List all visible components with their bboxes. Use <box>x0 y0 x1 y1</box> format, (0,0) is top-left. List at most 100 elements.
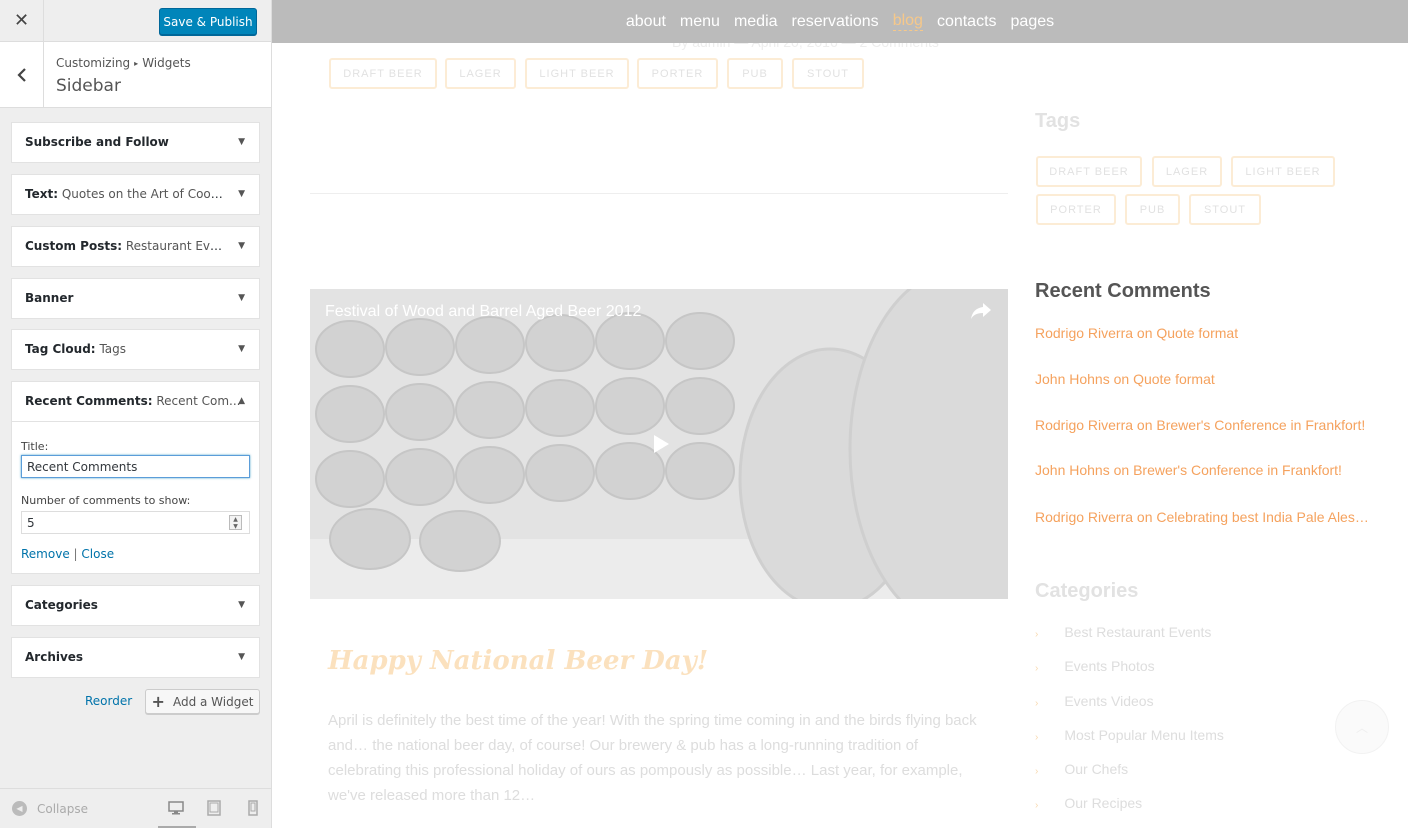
widget-type: Subscribe and Follow <box>25 135 169 149</box>
customizer-header: ✕ Save & Publish <box>0 0 271 42</box>
sidebar-tag[interactable]: PUB <box>1125 194 1180 225</box>
recent-comment-link[interactable]: John Hohns on Brewer's Conference in Fra… <box>1035 462 1342 478</box>
sidebar-tag[interactable]: PORTER <box>1036 194 1116 225</box>
category-link[interactable]: › Best Restaurant Events <box>1035 624 1211 640</box>
top-navigation: about menu media reservations blog conta… <box>272 0 1408 43</box>
close-link[interactable]: Close <box>81 547 114 561</box>
category-label: Our Chefs <box>1064 761 1129 777</box>
spinner-up-icon[interactable]: ▲ <box>233 516 238 523</box>
close-icon[interactable]: ✕ <box>0 0 44 41</box>
widget-recent-comments: Recent Comments: Recent Com... ▲ Title: … <box>11 381 260 574</box>
chevron-right-icon: › <box>1035 732 1039 743</box>
nav-contacts[interactable]: contacts <box>937 13 997 31</box>
back-arrow-icon[interactable] <box>0 42 44 108</box>
post-tag[interactable]: LAGER <box>445 58 516 89</box>
widget-recent-comments-header[interactable]: Recent Comments: Recent Com... ▲ <box>12 382 259 422</box>
post-tag[interactable]: DRAFT BEER <box>329 58 437 89</box>
title-label: Title: <box>21 440 49 453</box>
section-header: Customizing ▸ Widgets Sidebar <box>0 42 271 108</box>
collapse-button[interactable]: ◀ Collapse <box>12 801 88 816</box>
arrow-down-icon: ▼ <box>238 652 245 662</box>
category-link[interactable]: › Our Chefs <box>1035 761 1128 777</box>
category-link[interactable]: › Events Videos <box>1035 693 1154 709</box>
post-tag[interactable]: LIGHT BEER <box>525 58 629 89</box>
post-tag[interactable]: PORTER <box>637 58 718 89</box>
collapse-label: Collapse <box>37 801 88 816</box>
tags-heading: Tags <box>1035 110 1081 132</box>
widget-actions: Remove | Close <box>21 547 114 561</box>
arrow-down-icon: ▼ <box>238 137 245 147</box>
tablet-preview-icon[interactable] <box>205 799 223 817</box>
recent-comment-link[interactable]: Rodrigo Riverra on Celebrating best Indi… <box>1035 509 1369 525</box>
category-label: Best Restaurant Events <box>1064 624 1212 640</box>
nav-about[interactable]: about <box>626 13 666 31</box>
nav-blog[interactable]: blog <box>892 12 923 31</box>
widget-subtitle: Quotes on the Art of Cooki... <box>61 187 225 201</box>
recent-comments-heading: Recent Comments <box>1035 280 1211 302</box>
widget-type: Custom Posts: <box>25 239 123 253</box>
category-label: Most Popular Menu Items <box>1064 727 1224 743</box>
action-separator: | <box>73 547 78 561</box>
widget-custom-posts[interactable]: Custom Posts: Restaurant Events ▼ <box>11 226 260 267</box>
arrow-down-icon: ▼ <box>238 189 245 199</box>
sidebar-tag[interactable]: DRAFT BEER <box>1036 156 1142 187</box>
title-input[interactable] <box>21 455 250 478</box>
comments-count-input[interactable] <box>21 511 250 534</box>
breadcrumb-root: Customizing <box>56 56 131 70</box>
add-widget-button[interactable]: + Add a Widget <box>145 689 260 714</box>
desktop-preview-icon[interactable] <box>167 799 185 817</box>
save-publish-button[interactable]: Save & Publish <box>159 8 257 35</box>
widget-archives[interactable]: Archives ▼ <box>11 637 260 678</box>
sidebar-tag[interactable]: STOUT <box>1189 194 1261 225</box>
breadcrumb-separator: ▸ <box>134 59 139 68</box>
sidebar-tag[interactable]: LAGER <box>1152 156 1222 187</box>
share-icon[interactable] <box>970 301 992 321</box>
plus-icon: + <box>151 692 165 711</box>
scroll-to-top-button[interactable]: ︿ <box>1335 700 1389 754</box>
spinner-down-icon[interactable]: ▼ <box>233 523 238 530</box>
widget-banner[interactable]: Banner ▼ <box>11 278 260 319</box>
widget-text[interactable]: Text: Quotes on the Art of Cooki... ▼ <box>11 174 260 215</box>
post-title[interactable]: Happy National Beer Day! <box>328 646 708 676</box>
nav-menu[interactable]: menu <box>680 13 720 31</box>
widget-subtitle: Tags <box>99 342 127 356</box>
post-tag[interactable]: PUB <box>727 58 783 89</box>
nav-pages[interactable]: pages <box>1011 13 1055 31</box>
nav-media[interactable]: media <box>734 13 778 31</box>
chevron-right-icon: › <box>1035 766 1039 777</box>
play-icon[interactable] <box>652 434 670 454</box>
widget-type: Categories <box>25 598 98 612</box>
chevron-up-icon: ︿ <box>1355 720 1368 735</box>
sidebar-tag[interactable]: LIGHT BEER <box>1231 156 1335 187</box>
breadcrumb: Customizing ▸ Widgets <box>56 56 191 70</box>
remove-link[interactable]: Remove <box>21 547 70 561</box>
widget-type: Recent Comments: <box>25 394 153 408</box>
widget-subscribe-follow[interactable]: Subscribe and Follow ▼ <box>11 122 260 163</box>
recent-comment-link[interactable]: Rodrigo Riverra on Brewer's Conference i… <box>1035 417 1365 433</box>
arrow-down-icon: ▼ <box>238 293 245 303</box>
reorder-link[interactable]: Reorder <box>85 694 132 708</box>
post-divider <box>310 193 1008 194</box>
number-spinner[interactable]: ▲ ▼ <box>229 515 242 530</box>
recent-comment-link[interactable]: Rodrigo Riverra on Quote format <box>1035 325 1238 341</box>
widget-type: Tag Cloud: <box>25 342 96 356</box>
chevron-right-icon: › <box>1035 629 1039 640</box>
add-widget-label: Add a Widget <box>172 694 254 709</box>
category-link[interactable]: › Our Recipes <box>1035 795 1142 811</box>
nav-reservations[interactable]: reservations <box>792 13 879 31</box>
video-player[interactable]: Festival of Wood and Barrel Aged Beer 20… <box>310 289 1008 599</box>
widget-subtitle: Recent Com... <box>156 394 241 408</box>
category-link[interactable]: › Events Photos <box>1035 658 1155 674</box>
customizer-footer: ◀ Collapse <box>0 788 271 828</box>
widget-tag-cloud[interactable]: Tag Cloud: Tags ▼ <box>11 329 260 370</box>
post-tag[interactable]: STOUT <box>792 58 864 89</box>
recent-comment-link[interactable]: John Hohns on Quote format <box>1035 371 1215 387</box>
count-label: Number of comments to show: <box>21 494 191 507</box>
categories-heading: Categories <box>1035 580 1139 602</box>
breadcrumb-current: Widgets <box>142 56 191 70</box>
chevron-right-icon: › <box>1035 800 1039 811</box>
category-label: Events Videos <box>1064 693 1154 709</box>
widget-categories[interactable]: Categories ▼ <box>11 585 260 626</box>
category-link[interactable]: › Most Popular Menu Items <box>1035 727 1224 743</box>
mobile-preview-icon[interactable] <box>244 799 262 817</box>
